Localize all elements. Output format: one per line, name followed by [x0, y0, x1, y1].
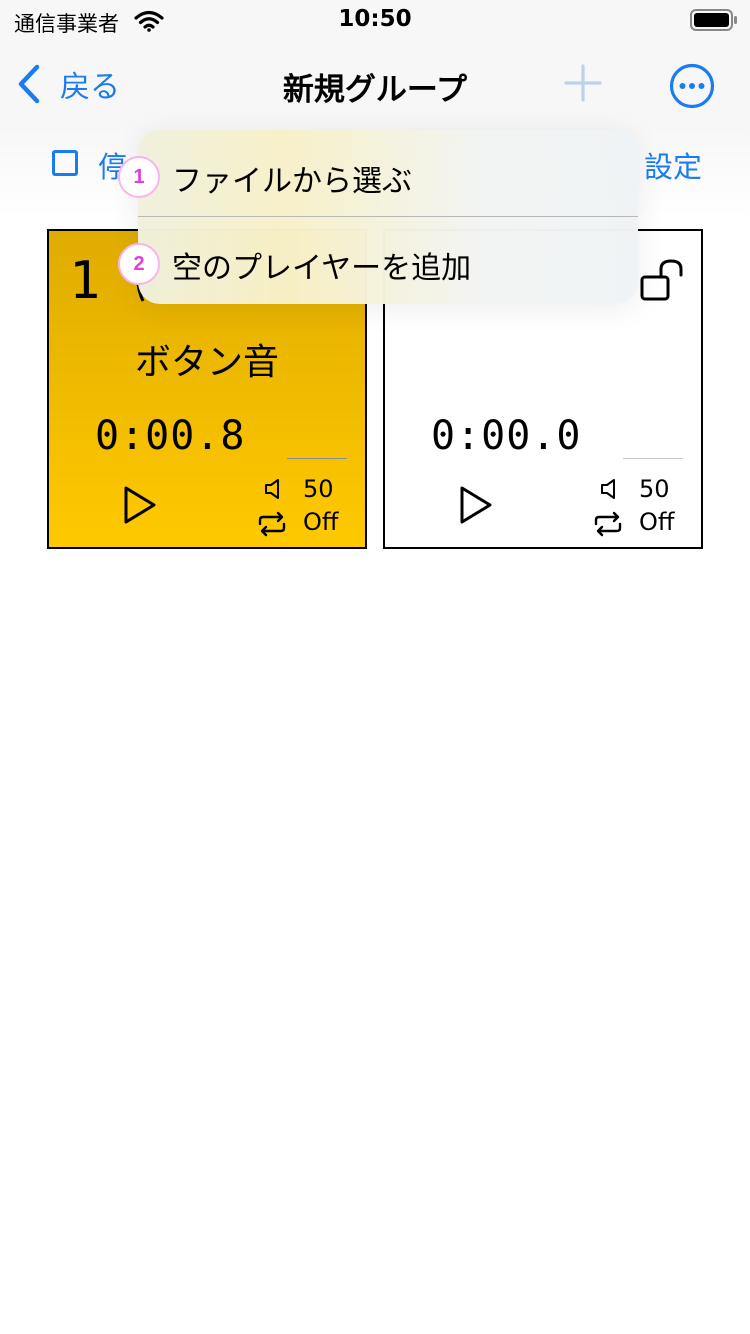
repeat-value: Off [303, 508, 339, 536]
player-time: 0:00.8 [95, 413, 246, 459]
menu-item-choose-file[interactable]: ファイルから選ぶ [138, 130, 638, 217]
menu-item-add-empty-player[interactable]: 空のプレイヤーを追加 [138, 217, 638, 304]
step-badge-2: 2 [118, 243, 160, 285]
volume-value: 50 [639, 475, 670, 503]
navigation-bar: 戻る 新規グループ [0, 40, 750, 130]
add-menu-popup: ファイルから選ぶ 空のプレイヤーを追加 [138, 130, 638, 304]
battery-icon [690, 9, 737, 31]
lock-open-icon[interactable] [639, 257, 687, 305]
card-divider [287, 458, 347, 459]
status-bar: 通信事業者 10:50 [0, 0, 750, 40]
volume-icon [265, 479, 279, 499]
card-divider [623, 458, 683, 459]
player-time: 0:00.0 [431, 413, 582, 459]
play-icon[interactable] [457, 485, 495, 525]
volume-value: 50 [303, 475, 334, 503]
menu-item-label: ファイルから選ぶ [172, 164, 412, 199]
stop-checkbox[interactable] [52, 150, 78, 176]
menu-item-label: 空のプレイヤーを追加 [172, 251, 472, 286]
player-title: ボタン音 [134, 342, 279, 383]
page-title: 新規グループ [282, 72, 468, 108]
repeat-icon[interactable] [593, 511, 623, 537]
repeat-value: Off [639, 508, 675, 536]
play-icon[interactable] [121, 485, 159, 525]
settings-button[interactable]: 設定 [644, 144, 702, 186]
repeat-icon[interactable] [257, 511, 287, 537]
player-number: 1 [69, 251, 101, 311]
more-icon[interactable] [669, 63, 715, 109]
status-time: 10:50 [338, 6, 412, 32]
add-icon[interactable] [564, 64, 602, 102]
volume-icon [601, 479, 615, 499]
step-badge-1: 1 [118, 156, 160, 198]
